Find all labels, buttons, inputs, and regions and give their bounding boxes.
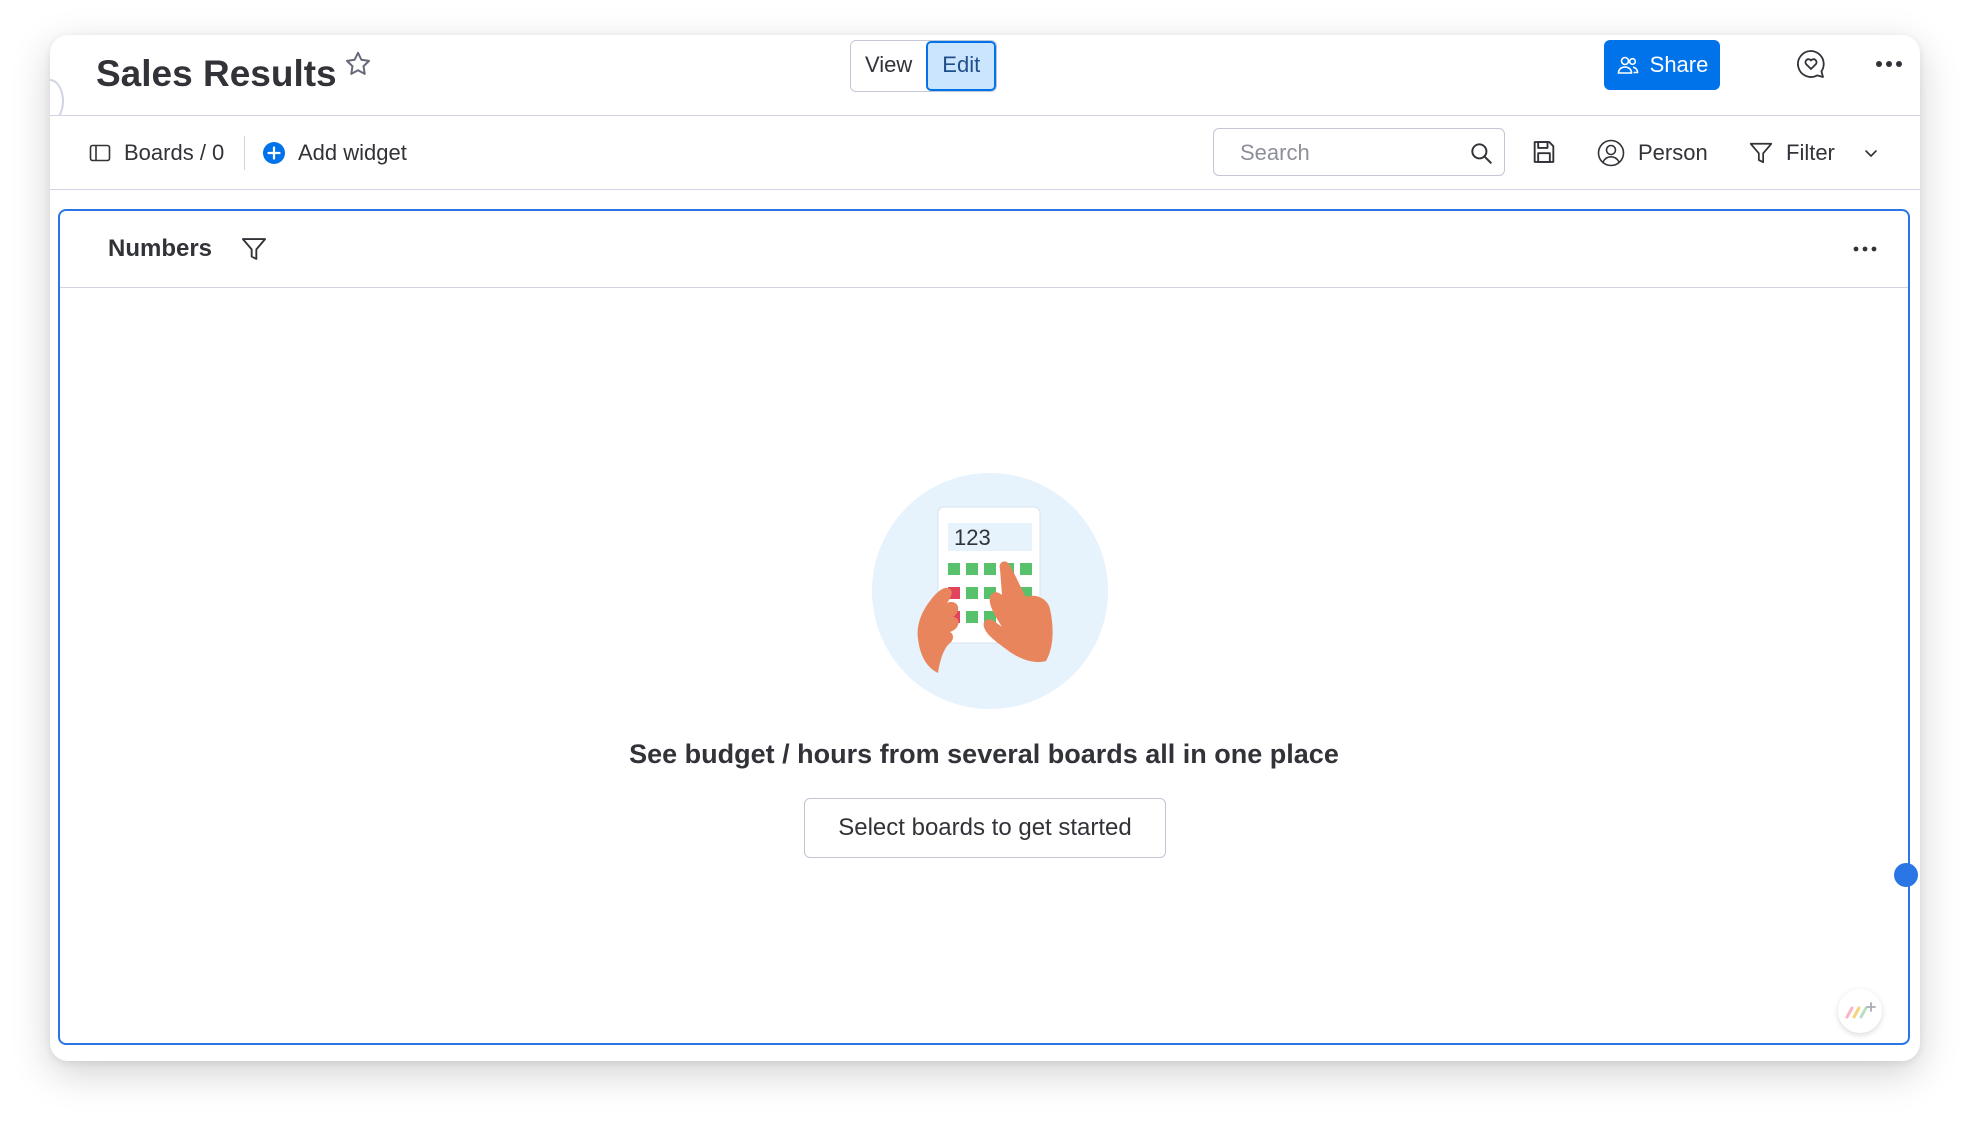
share-button-label: Share [1649,52,1709,77]
select-boards-button[interactable]: Select boards to get started [804,798,1166,858]
view-edit-toggle: View Edit [850,40,998,92]
chevron-down-icon[interactable] [1861,143,1881,163]
search-input[interactable] [1238,129,1462,177]
save-icon[interactable] [1530,138,1558,166]
dashboard-toolbar: Boards / 0 Add widget Search Person Filt… [50,116,1920,190]
boards-label: Boards / 0 [124,139,225,165]
toolbar-divider [244,136,245,170]
boards-selector[interactable]: Boards / 0 [88,116,224,189]
widget-header: Numbers [60,211,1908,288]
star-icon[interactable] [343,49,373,79]
sidebar-panel-icon [89,144,111,161]
calculator-illustration: 123 [872,473,1108,709]
dashboard-header: Sales Results View Edit Share [50,35,1920,116]
search-box [1213,128,1505,177]
people-icon [1617,56,1638,74]
person-circle-icon [1597,139,1625,166]
add-widget-label: Add widget [298,139,407,165]
share-button[interactable]: Share [1604,40,1720,90]
numbers-widget[interactable]: Numbers 123 See budget / hours from seve… [58,209,1910,1045]
widget-resize-handle[interactable] [1894,863,1918,887]
sparkle-pencil-icon [1845,1002,1876,1019]
ai-assistant-button[interactable] [1838,989,1882,1033]
add-widget-button[interactable]: Add widget [262,116,407,189]
edit-mode-button[interactable]: Edit [926,41,997,91]
person-filter-button[interactable]: Person [1596,116,1708,189]
view-mode-button[interactable]: View [851,41,927,91]
plus-circle-icon [263,141,285,164]
filter-icon[interactable] [240,235,268,263]
filter-icon [1749,142,1773,163]
dashboard-window: Sales Results View Edit Share Boards / 0… [50,35,1920,1061]
calculator-display-number: 123 [954,525,991,550]
widget-title[interactable]: Numbers [108,211,212,287]
empty-state-message: See budget / hours from several boards a… [629,739,1339,769]
chat-heart-icon[interactable] [1794,47,1828,81]
search-icon[interactable] [1468,140,1494,166]
more-horizontal-icon[interactable] [1848,235,1882,263]
person-label: Person [1638,139,1708,165]
page-title[interactable]: Sales Results [96,45,337,103]
more-horizontal-icon[interactable] [1872,47,1906,81]
filter-label: Filter [1786,139,1835,165]
filter-button[interactable]: Filter [1748,116,1881,189]
